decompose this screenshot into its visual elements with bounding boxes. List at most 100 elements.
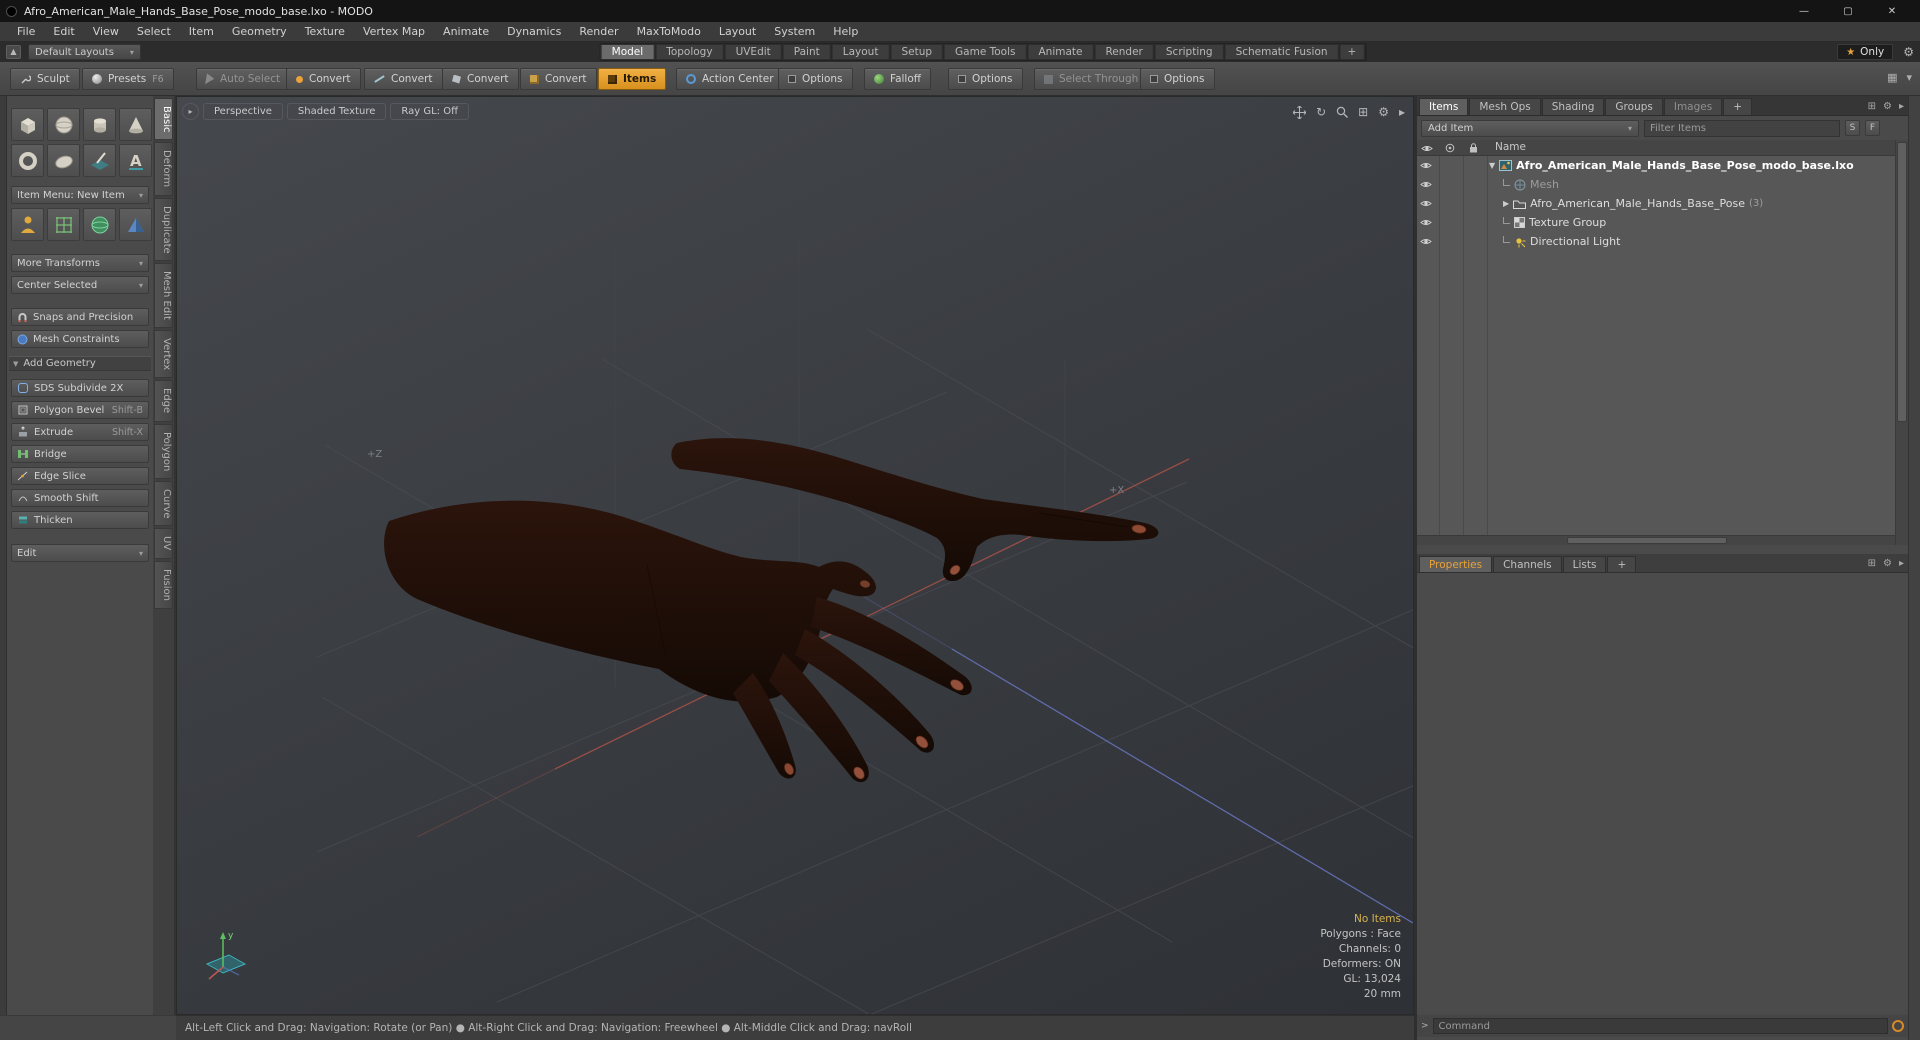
tab-uvedit[interactable]: UVEdit	[724, 44, 782, 60]
tab-layout[interactable]: Layout	[831, 44, 890, 60]
vtab-fusion[interactable]: Fusion	[154, 560, 173, 609]
collapse-icon[interactable]: ▼	[1489, 161, 1495, 170]
menu-layout[interactable]: Layout	[710, 25, 765, 38]
close-button[interactable]: ✕	[1870, 0, 1914, 22]
detach-panel-icon[interactable]: ⊞	[1868, 101, 1876, 112]
menu-vertex-map[interactable]: Vertex Map	[354, 25, 434, 38]
primitive-ellipsoid-button[interactable]	[47, 144, 80, 177]
detach-panel-icon[interactable]: ⊞	[1868, 558, 1876, 569]
polygon-bevel-button[interactable]: Polygon Bevel Shift-B	[11, 401, 149, 419]
lattice-tool-button[interactable]	[47, 208, 80, 241]
tab-animate[interactable]: Animate	[1027, 44, 1094, 60]
primitive-cube-button[interactable]	[11, 108, 44, 141]
pyramid-tool-button[interactable]	[119, 208, 152, 241]
lock-column-icon[interactable]	[1469, 143, 1478, 153]
tab-channels[interactable]: Channels	[1493, 556, 1562, 572]
vtab-uv[interactable]: UV	[154, 528, 173, 559]
fit-view-icon[interactable]: ⊞	[1358, 105, 1368, 119]
tree-row-texture-group[interactable]: Texture Group	[1417, 213, 1895, 232]
tree-row-light[interactable]: Directional Light	[1417, 232, 1895, 251]
add-layout-tab-button[interactable]: +	[1339, 44, 1365, 60]
text-tool-button[interactable]: A	[119, 144, 152, 177]
menu-help[interactable]: Help	[824, 25, 867, 38]
add-geometry-header[interactable]: ▼ Add Geometry	[9, 356, 151, 371]
panel-flyout-icon[interactable]: ▸	[1899, 101, 1904, 112]
menu-file[interactable]: File	[8, 25, 44, 38]
tab-items[interactable]: Items	[1419, 98, 1469, 115]
panel-flyout-icon[interactable]: ▸	[1899, 558, 1904, 569]
primitive-cylinder-button[interactable]	[83, 108, 116, 141]
add-properties-tab-button[interactable]: +	[1607, 556, 1637, 572]
maximize-button[interactable]: ▢	[1826, 0, 1870, 22]
dock-layout-icon[interactable]: ▲	[6, 45, 21, 59]
eye-icon[interactable]	[1420, 218, 1432, 227]
tree-row-group[interactable]: ▶ Afro_American_Male_Hands_Base_Pose (3)	[1417, 194, 1895, 213]
eye-icon[interactable]	[1420, 180, 1432, 189]
scrollbar-thumb[interactable]	[1897, 142, 1907, 422]
panel-arrow-icon[interactable]: ▾	[1906, 71, 1912, 84]
tab-game-tools[interactable]: Game Tools	[944, 44, 1027, 60]
panel-grid-icon[interactable]: ▦	[1887, 71, 1897, 84]
action-center-options-button[interactable]: Options	[778, 68, 853, 90]
menu-maxtomodo[interactable]: MaxToModo	[628, 25, 710, 38]
panel-gear-icon[interactable]: ⚙	[1883, 558, 1892, 569]
right-edge-strip[interactable]	[1908, 96, 1920, 1040]
menu-system[interactable]: System	[765, 25, 824, 38]
tree-vertical-scrollbar[interactable]	[1895, 140, 1908, 545]
bridge-button[interactable]: Bridge	[11, 445, 149, 463]
gear-icon[interactable]: ⚙	[1903, 45, 1914, 59]
menu-geometry[interactable]: Geometry	[223, 25, 296, 38]
left-edge-strip[interactable]	[0, 96, 7, 1015]
falloff-options-button[interactable]: Options	[948, 68, 1023, 90]
visibility-column-icon[interactable]	[1421, 144, 1433, 153]
menu-item[interactable]: Item	[180, 25, 223, 38]
texture-group-label[interactable]: Texture Group	[1529, 216, 1606, 229]
tab-images[interactable]: Images	[1663, 98, 1723, 115]
menu-edit[interactable]: Edit	[44, 25, 83, 38]
menu-view[interactable]: View	[84, 25, 128, 38]
menu-render[interactable]: Render	[570, 25, 627, 38]
tab-model[interactable]: Model	[600, 44, 655, 60]
snaps-button[interactable]: Snaps and Precision	[11, 308, 149, 326]
tree-row-scene[interactable]: ▼ Afro_American_Male_Hands_Base_Pose_mod…	[1417, 156, 1895, 175]
vtab-mesh-edit[interactable]: Mesh Edit	[154, 263, 173, 329]
auto-select-button[interactable]: Auto Select	[196, 68, 291, 90]
convert-vertices-button[interactable]: Convert	[286, 68, 361, 90]
viewport-3d[interactable]: +Z +X ▸ Perspective Shaded Texture Ray G…	[176, 96, 1414, 1015]
tab-lists[interactable]: Lists	[1562, 556, 1607, 572]
light-item-label[interactable]: Directional Light	[1530, 235, 1620, 248]
items-mode-button[interactable]: Items	[598, 68, 667, 90]
vtab-polygon[interactable]: Polygon	[154, 423, 173, 479]
tab-shading[interactable]: Shading	[1541, 98, 1605, 115]
scope-button[interactable]: S	[1845, 120, 1860, 136]
viewport-menu-icon[interactable]: ▸	[182, 103, 199, 120]
command-history-icon[interactable]: >	[1421, 1021, 1429, 1031]
expand-icon[interactable]: ▶	[1503, 199, 1509, 208]
falloff-button[interactable]: Falloff	[864, 68, 932, 90]
filter-items-input[interactable]	[1644, 119, 1840, 137]
sds-subdivide-button[interactable]: SDS Subdivide 2X	[11, 379, 149, 397]
sketch-tool-button[interactable]	[83, 144, 116, 177]
command-record-icon[interactable]	[1892, 1020, 1904, 1032]
tab-scripting[interactable]: Scripting	[1154, 44, 1224, 60]
tab-properties[interactable]: Properties	[1419, 556, 1493, 572]
tab-mesh-ops[interactable]: Mesh Ops	[1469, 98, 1541, 115]
render-column-icon[interactable]	[1445, 143, 1455, 153]
pan-icon[interactable]	[1293, 105, 1307, 119]
eye-icon[interactable]	[1420, 161, 1432, 170]
panel-gear-icon[interactable]: ⚙	[1883, 101, 1892, 112]
sphere-green-tool-button[interactable]	[83, 208, 116, 241]
tab-paint[interactable]: Paint	[782, 44, 831, 60]
primitive-sphere-button[interactable]	[47, 108, 80, 141]
smooth-shift-button[interactable]: Smooth Shift	[11, 489, 149, 507]
tree-horizontal-scrollbar[interactable]	[1417, 535, 1895, 545]
more-transforms-dropdown[interactable]: More Transforms ▾	[11, 254, 149, 272]
vtab-edge[interactable]: Edge	[154, 380, 173, 422]
layout-preset-dropdown[interactable]: Default Layouts ▾	[28, 44, 141, 60]
edge-slice-button[interactable]: Edge Slice	[11, 467, 149, 485]
shading-mode-button[interactable]: Shaded Texture	[286, 103, 387, 120]
add-tab-button[interactable]: +	[1723, 98, 1753, 115]
tab-groups[interactable]: Groups	[1605, 98, 1663, 115]
thicken-button[interactable]: Thicken	[11, 511, 149, 529]
item-menu-dropdown[interactable]: Item Menu: New Item ▾	[11, 186, 149, 204]
